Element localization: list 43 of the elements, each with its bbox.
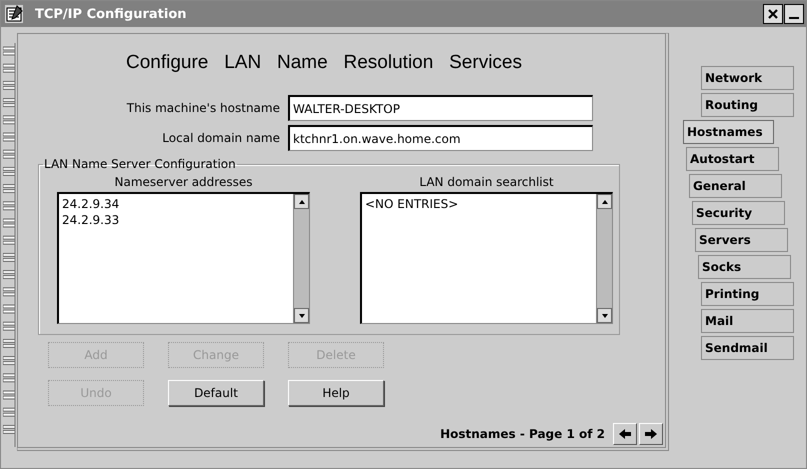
page-heading: Configure LAN Name Resolution Services [124, 52, 523, 74]
notebook-tab[interactable]: Security [692, 201, 785, 225]
list-box[interactable]: 24.2.9.34 24.2.9.33 [57, 192, 310, 324]
field-label: Local domain name [161, 131, 281, 145]
window-title: TCP/IP Configuration [35, 6, 188, 22]
push-button[interactable]: Help [288, 380, 384, 406]
push-button[interactable]: Default [168, 380, 264, 406]
close-icon [767, 8, 779, 20]
list-item[interactable]: 24.2.9.34 [62, 196, 290, 212]
next-page-button[interactable] [639, 423, 663, 445]
scroll-up-icon [600, 198, 608, 204]
scroll-bar[interactable] [293, 194, 309, 323]
notebook-tab[interactable]: Autostart [686, 147, 779, 171]
list-item[interactable]: <NO ENTRIES> [365, 196, 593, 212]
notebook-tab[interactable]: Network [701, 66, 794, 90]
notebook-tab[interactable]: Routing [701, 93, 794, 117]
notebook-tab[interactable]: General [689, 174, 782, 198]
scroll-up-icon [298, 198, 306, 204]
notebook-tab[interactable]: Mail [701, 309, 794, 333]
notebook-tab[interactable]: Socks [698, 255, 791, 279]
input-field[interactable]: WALTER-DESKTOP [288, 95, 593, 121]
scroll-down-icon [298, 312, 306, 318]
close-button[interactable] [763, 4, 783, 24]
minimize-button[interactable] [784, 4, 804, 24]
input-field[interactable]: ktchnr1.on.wave.home.com [288, 125, 593, 151]
right-arrow-icon [644, 428, 658, 440]
notebook-tab[interactable]: Sendmail [701, 336, 794, 360]
notebook-tab[interactable]: Hostnames [683, 120, 774, 144]
scroll-down-icon [600, 312, 608, 318]
minimize-icon [789, 17, 799, 19]
left-arrow-icon [618, 428, 632, 440]
field-label: This machine's hostname [126, 101, 281, 115]
notebook-tab[interactable]: Servers [695, 228, 788, 252]
scroll-bar[interactable] [596, 194, 612, 323]
previous-page-button[interactable] [613, 423, 637, 445]
notebook-icon[interactable] [5, 5, 23, 23]
list-box[interactable]: <NO ENTRIES> [360, 192, 613, 324]
page-status: Hostnames - Page 1 of 2 [440, 427, 605, 441]
list-label: LAN domain searchlist [419, 175, 554, 189]
list-item[interactable]: 24.2.9.33 [62, 212, 290, 228]
list-label: Nameserver addresses [114, 175, 252, 189]
group-title: LAN Name Server Configuration [43, 157, 237, 171]
notebook-tab[interactable]: Printing [701, 282, 794, 306]
